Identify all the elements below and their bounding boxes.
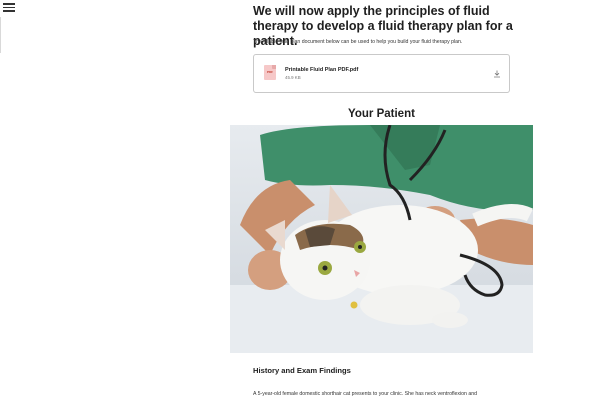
section-title-your-patient: Your Patient	[348, 108, 415, 120]
intro-text: The fillable fluid plan document below c…	[253, 39, 463, 45]
patient-cat-photo	[230, 125, 533, 353]
file-name: Printable Fluid Plan PDF.pdf	[285, 67, 359, 73]
file-size: 45.9 KB	[285, 75, 301, 80]
menu-bar	[3, 6, 15, 8]
sidebar-edge	[0, 17, 1, 53]
pdf-file-icon: PDF	[264, 65, 276, 80]
download-icon[interactable]	[493, 70, 501, 78]
history-paragraph: A 5-year-old female domestic shorthair c…	[253, 391, 478, 397]
menu-bar	[3, 3, 15, 5]
subheading-history-exam: History and Exam Findings	[253, 366, 351, 375]
pdf-download-card[interactable]: PDF Printable Fluid Plan PDF.pdf 45.9 KB	[253, 54, 510, 93]
hamburger-menu-icon[interactable]	[3, 3, 15, 13]
pdf-icon-label: PDF	[267, 70, 273, 74]
menu-bar	[3, 10, 15, 12]
